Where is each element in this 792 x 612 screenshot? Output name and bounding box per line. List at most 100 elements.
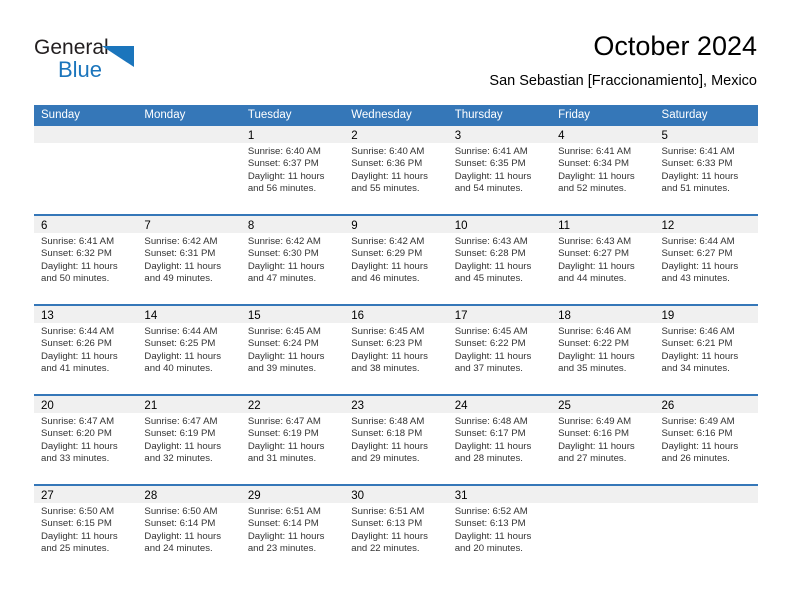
day-number-band: 8 xyxy=(240,216,345,233)
day-details: Sunrise: 6:40 AM Sunset: 6:37 PM Daylight:… xyxy=(241,143,344,196)
daylight-text-line2: and 44 minutes. xyxy=(558,273,627,285)
day-details: Sunrise: 6:47 AM Sunset: 6:19 PM Daylight:… xyxy=(241,413,344,466)
daylight-text-line2: and 38 minutes. xyxy=(351,363,420,375)
calendar-day-cell[interactable]: 29 Sunrise: 6:51 AM Sunset: 6:14 PM Dayligh… xyxy=(240,486,345,574)
calendar-day-cell[interactable]: 14 Sunrise: 6:44 AM Sunset: 6:25 PM Dayligh… xyxy=(137,306,241,394)
daylight-text-line1: Daylight: 11 hours xyxy=(454,260,532,272)
weekday-header-thursday: Thursday xyxy=(454,109,503,121)
weekday-header-row: Sunday Monday Tuesday Wednesday Thursday… xyxy=(34,105,758,126)
sunset-text: Sunset: 6:15 PM xyxy=(41,518,112,530)
daylight-text-line2: and 26 minutes. xyxy=(661,453,730,465)
day-details: Sunrise: 6:40 AM Sunset: 6:36 PM Daylight:… xyxy=(344,143,447,196)
sunset-text: Sunset: 6:28 PM xyxy=(454,248,526,260)
calendar-day-cell[interactable]: 8 Sunrise: 6:42 AM Sunset: 6:30 PM Daylight… xyxy=(240,216,345,304)
daylight-text-line2: and 22 minutes. xyxy=(351,543,420,555)
calendar-day-cell[interactable]: 24 Sunrise: 6:48 AM Sunset: 6:17 PM Dayligh… xyxy=(447,396,552,484)
day-number: 18 xyxy=(558,310,571,322)
calendar-day-cell[interactable]: 9 Sunrise: 6:42 AM Sunset: 6:29 PM Daylight… xyxy=(344,216,448,304)
calendar-day-cell[interactable]: 26 Sunrise: 6:49 AM Sunset: 6:16 PM Dayligh… xyxy=(654,396,758,484)
sunset-text: Sunset: 6:24 PM xyxy=(247,338,319,350)
day-details: Sunrise: 6:42 AM Sunset: 6:30 PM Daylight:… xyxy=(241,233,344,286)
sunrise-text: Sunrise: 6:51 AM xyxy=(351,506,425,517)
sunset-text: Sunset: 6:13 PM xyxy=(351,518,423,530)
day-number: 2 xyxy=(351,130,358,142)
day-details: Sunrise: 6:44 AM Sunset: 6:26 PM Daylight:… xyxy=(34,323,137,376)
calendar-day-cell[interactable]: 5 Sunrise: 6:41 AM Sunset: 6:33 PM Daylight… xyxy=(654,126,758,214)
day-number-band: 20 xyxy=(34,396,138,413)
day-details: Sunrise: 6:51 AM Sunset: 6:13 PM Daylight:… xyxy=(344,503,447,556)
sunrise-text: Sunrise: 6:45 AM xyxy=(454,326,528,337)
daylight-text-line1: Daylight: 11 hours xyxy=(247,260,325,272)
calendar-day-cell[interactable]: 17 Sunrise: 6:45 AM Sunset: 6:22 PM Dayligh… xyxy=(447,306,552,394)
day-number-band xyxy=(551,486,655,503)
daylight-text-line1: Daylight: 11 hours xyxy=(661,170,739,182)
sunset-text: Sunset: 6:14 PM xyxy=(247,518,319,530)
calendar-day-cell[interactable]: 20 Sunrise: 6:47 AM Sunset: 6:20 PM Dayligh… xyxy=(34,396,138,484)
day-number: 22 xyxy=(247,400,261,412)
daylight-text-line1: Daylight: 11 hours xyxy=(454,440,532,452)
daylight-text-line1: Daylight: 11 hours xyxy=(351,530,428,542)
calendar-day-cell[interactable]: 23 Sunrise: 6:48 AM Sunset: 6:18 PM Dayligh… xyxy=(344,396,448,484)
calendar-day-cell[interactable]: 3 Sunrise: 6:41 AM Sunset: 6:35 PM Daylight… xyxy=(447,126,552,214)
day-details: Sunrise: 6:46 AM Sunset: 6:22 PM Daylight:… xyxy=(551,323,654,376)
page-header: General Blue October 2024 San Sebastian … xyxy=(0,0,792,104)
general-blue-logo[interactable]: General Blue xyxy=(34,36,154,86)
daylight-text-line2: and 52 minutes. xyxy=(558,183,627,195)
logo-text-blue: Blue xyxy=(58,57,103,82)
calendar-day-cell[interactable]: 7 Sunrise: 6:42 AM Sunset: 6:31 PM Daylight… xyxy=(137,216,241,304)
calendar-day-cell[interactable]: 6 Sunrise: 6:41 AM Sunset: 6:32 PM Daylight… xyxy=(34,216,138,304)
calendar-day-cell[interactable]: 15 Sunrise: 6:45 AM Sunset: 6:24 PM Dayligh… xyxy=(240,306,345,394)
daylight-text-line2: and 33 minutes. xyxy=(41,453,110,465)
sunrise-text: Sunrise: 6:46 AM xyxy=(558,326,632,337)
calendar-day-cell[interactable]: 10 Sunrise: 6:43 AM Sunset: 6:28 PM Dayligh… xyxy=(447,216,552,304)
daylight-text-line1: Daylight: 11 hours xyxy=(351,260,428,272)
day-details: Sunrise: 6:45 AM Sunset: 6:23 PM Daylight:… xyxy=(344,323,447,376)
daylight-text-line1: Daylight: 11 hours xyxy=(558,440,635,452)
daylight-text-line1: Daylight: 11 hours xyxy=(454,530,532,542)
sunrise-text: Sunrise: 6:47 AM xyxy=(144,416,218,427)
sunrise-text: Sunrise: 6:44 AM xyxy=(661,236,735,247)
sunset-text: Sunset: 6:22 PM xyxy=(454,338,526,350)
calendar-day-cell[interactable]: 22 Sunrise: 6:47 AM Sunset: 6:19 PM Dayligh… xyxy=(240,396,345,484)
calendar-table: Sunday Monday Tuesday Wednesday Thursday… xyxy=(34,105,758,574)
day-number-band: 1 xyxy=(240,126,345,143)
daylight-text-line1: Daylight: 11 hours xyxy=(144,260,222,272)
sunrise-text: Sunrise: 6:49 AM xyxy=(558,416,632,427)
calendar-day-cell[interactable]: 18 Sunrise: 6:46 AM Sunset: 6:22 PM Dayligh… xyxy=(551,306,655,394)
day-number-band: 25 xyxy=(551,396,655,413)
calendar-day-cell[interactable]: 27 Sunrise: 6:50 AM Sunset: 6:15 PM Dayligh… xyxy=(34,486,138,574)
daylight-text-line1: Daylight: 11 hours xyxy=(558,170,635,182)
day-number-band: 9 xyxy=(344,216,448,233)
daylight-text-line2: and 55 minutes. xyxy=(351,183,420,195)
sunset-text: Sunset: 6:23 PM xyxy=(351,338,423,350)
calendar-day-cell[interactable]: 21 Sunrise: 6:47 AM Sunset: 6:19 PM Dayligh… xyxy=(137,396,241,484)
calendar-day-cell[interactable]: 30 Sunrise: 6:51 AM Sunset: 6:13 PM Dayligh… xyxy=(344,486,448,574)
calendar-day-cell[interactable]: 11 Sunrise: 6:43 AM Sunset: 6:27 PM Dayligh… xyxy=(551,216,655,304)
daylight-text-line2: and 43 minutes. xyxy=(661,273,730,285)
calendar-day-cell[interactable]: 2 Sunrise: 6:40 AM Sunset: 6:36 PM Daylight… xyxy=(344,126,448,214)
day-details: Sunrise: 6:44 AM Sunset: 6:27 PM Daylight:… xyxy=(655,233,758,286)
calendar-day-cell[interactable]: 25 Sunrise: 6:49 AM Sunset: 6:16 PM Dayligh… xyxy=(551,396,655,484)
calendar-day-cell[interactable]: 1 Sunrise: 6:40 AM Sunset: 6:37 PM Daylight… xyxy=(240,126,345,214)
sunset-text: Sunset: 6:20 PM xyxy=(41,428,112,440)
calendar-day-cell[interactable]: 31 Sunrise: 6:52 AM Sunset: 6:13 PM Dayligh… xyxy=(447,486,552,574)
day-details: Sunrise: 6:51 AM Sunset: 6:14 PM Daylight:… xyxy=(241,503,344,556)
sunrise-text: Sunrise: 6:44 AM xyxy=(41,326,115,337)
day-number: 30 xyxy=(351,490,365,502)
day-number-band xyxy=(137,126,241,143)
calendar-day-cell[interactable]: 12 Sunrise: 6:44 AM Sunset: 6:27 PM Dayligh… xyxy=(654,216,758,304)
daylight-text-line2: and 51 minutes. xyxy=(661,183,730,195)
calendar-day-cell[interactable]: 4 Sunrise: 6:41 AM Sunset: 6:34 PM Daylight… xyxy=(551,126,655,214)
day-details: Sunrise: 6:45 AM Sunset: 6:24 PM Daylight:… xyxy=(241,323,344,376)
day-number: 12 xyxy=(661,220,675,232)
daylight-text-line1: Daylight: 11 hours xyxy=(661,350,739,362)
calendar-day-cell[interactable]: 16 Sunrise: 6:45 AM Sunset: 6:23 PM Dayligh… xyxy=(344,306,448,394)
daylight-text-line1: Daylight: 11 hours xyxy=(661,260,739,272)
weekday-header-wednesday: Wednesday xyxy=(351,109,412,121)
calendar-day-cell[interactable]: 28 Sunrise: 6:50 AM Sunset: 6:14 PM Dayligh… xyxy=(137,486,241,574)
calendar-day-cell[interactable]: 13 Sunrise: 6:44 AM Sunset: 6:26 PM Dayligh… xyxy=(34,306,138,394)
day-number: 16 xyxy=(351,310,365,322)
day-number-band: 11 xyxy=(551,216,655,233)
daylight-text-line2: and 32 minutes. xyxy=(144,453,213,465)
calendar-day-cell[interactable]: 19 Sunrise: 6:46 AM Sunset: 6:21 PM Dayligh… xyxy=(654,306,758,394)
